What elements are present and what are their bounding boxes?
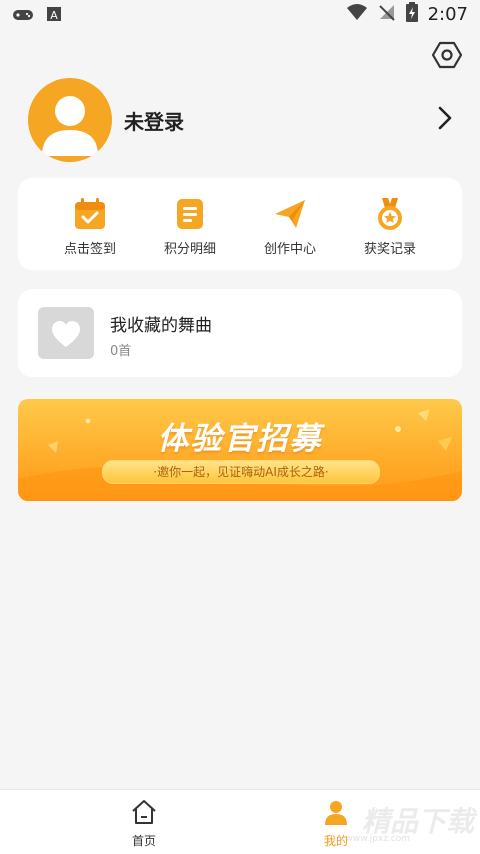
no-signal-icon [378, 3, 396, 25]
wifi-icon [346, 3, 368, 25]
tab-home-label: 首页 [131, 834, 156, 848]
favorites-card[interactable]: 我收藏的舞曲 0首 [18, 289, 462, 377]
favorites-count: 0首 [110, 344, 132, 359]
status-time: 2:07 [427, 3, 468, 25]
default-user-icon [42, 96, 98, 156]
recruitment-banner[interactable]: 体验官招募 ·邀你一起，见证嗨动AI成长之路· [18, 399, 462, 501]
calendar-check-icon [72, 196, 108, 232]
avatar[interactable] [28, 78, 112, 162]
check-in-label: 点击签到 [63, 242, 116, 257]
game-controller-icon [12, 7, 34, 26]
settings-button[interactable] [431, 40, 463, 70]
medal-icon [372, 196, 408, 232]
home-icon [132, 800, 156, 824]
banner-subtitle: ·邀你一起，见证嗨动AI成长之路· [102, 460, 380, 484]
points-detail-label: 积分明细 [163, 242, 216, 257]
heart-icon [52, 321, 80, 347]
bottom-tab-bar: 首页 我的 精品下载 www.jpxz.com [0, 789, 480, 854]
check-in-button[interactable]: 点击签到 [40, 196, 140, 257]
favorites-thumbnail [38, 307, 94, 359]
document-list-icon [172, 196, 208, 232]
svg-text:A: A [50, 9, 58, 22]
creation-center-label: 创作中心 [263, 242, 316, 257]
paper-plane-icon [272, 196, 308, 232]
battery-charging-icon [405, 2, 418, 26]
settings-hexagon-icon [431, 41, 463, 69]
watermark-url: www.jpxz.com [345, 834, 410, 844]
status-bar: A 2:07 [0, 0, 480, 32]
profile-icon [325, 801, 347, 825]
tab-home[interactable]: 首页 [104, 798, 184, 849]
points-detail-button[interactable]: 积分明细 [140, 196, 240, 257]
login-status-text[interactable]: 未登录 [124, 106, 184, 135]
chevron-right-icon[interactable] [438, 106, 452, 134]
creation-center-button[interactable]: 创作中心 [240, 196, 340, 257]
award-records-label: 获奖记录 [363, 242, 416, 257]
profile-row[interactable]: 未登录 [28, 78, 458, 162]
banner-title: 体验官招募 [157, 421, 323, 457]
favorites-title: 我收藏的舞曲 [110, 316, 212, 336]
app-a-icon: A [46, 6, 62, 26]
award-records-button[interactable]: 获奖记录 [340, 196, 440, 257]
quick-actions-card: 点击签到 积分明细 创作中心 获奖记录 [18, 178, 462, 270]
